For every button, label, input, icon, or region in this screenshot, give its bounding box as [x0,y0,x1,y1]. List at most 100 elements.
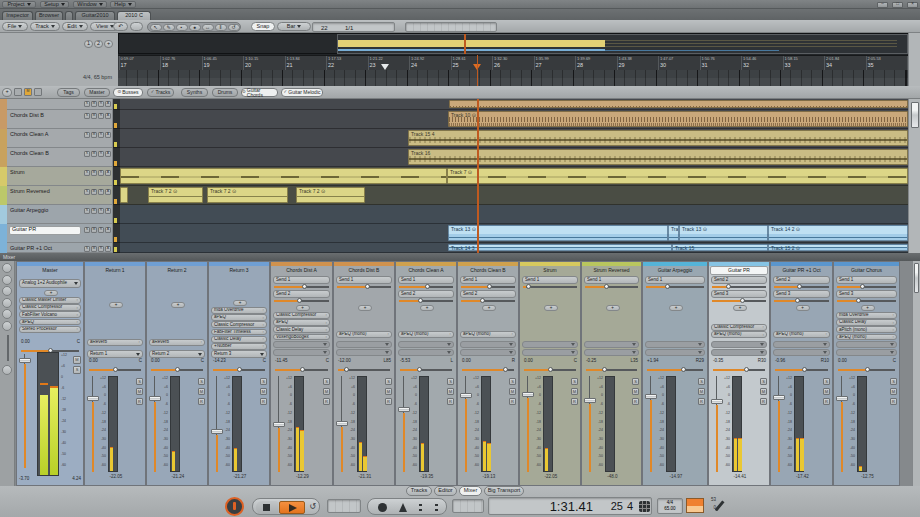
strip-name[interactable]: Strum [521,266,579,275]
stop-button[interactable] [256,501,278,514]
io-select[interactable] [460,341,516,348]
power-button[interactable] [225,497,244,516]
plugin-bypass-icon[interactable]: ◦ [263,344,264,348]
fader-s-button[interactable]: S [571,378,578,385]
track-s-button[interactable]: S [84,132,90,138]
track-a-button[interactable]: A [105,227,111,233]
io-select[interactable] [273,349,330,356]
strip-name[interactable]: Master [18,266,82,275]
track-content[interactable]: Track 14 3Track 15Track 15 2 ⊙ [120,243,908,253]
track-s-button[interactable]: S [84,208,90,214]
io-select[interactable] [336,349,392,356]
track-a-button[interactable]: A [105,208,111,214]
send-button[interactable]: Send 3 [711,290,767,298]
plugin-slot[interactable]: aPEQ◦ [19,319,81,326]
pan-knob[interactable] [602,367,607,372]
fader-m-button[interactable]: M [632,388,639,395]
pan-knob[interactable] [865,367,870,372]
send-button[interactable]: Send 1 [584,276,639,284]
plugin-bypass-icon[interactable]: ◦ [263,330,264,334]
io-select[interactable] [773,341,830,348]
track-name[interactable]: Chords Clean A [10,132,80,139]
send-knob[interactable] [665,284,670,289]
track-m-button[interactable]: M [91,170,97,176]
fader-s-button[interactable]: S [760,378,767,385]
view-tab-tracks[interactable]: Tracks [406,486,432,496]
add-plugin-button[interactable]: + [669,305,683,311]
plugin-bypass-icon[interactable]: ◦ [388,332,389,336]
fader-m-button[interactable]: M [571,388,578,395]
arrangement-overview[interactable] [118,33,908,54]
add-plugin-button[interactable]: + [109,302,123,308]
plugin-slot[interactable]: FabFilter Volcano◦ [19,311,81,318]
fader-handle[interactable] [19,358,31,363]
send-button[interactable]: Send 2 [773,276,830,284]
track-a-button[interactable]: A [105,246,111,252]
track-header[interactable]: Chords Dist BSMRA [0,110,113,129]
plugin-slot[interactable]: aReverb◦ [87,339,143,346]
io-select[interactable] [645,341,705,348]
fader-r-button[interactable]: R [385,398,392,405]
plugin-slot[interactable]: Classic Compressor◦ [711,324,767,331]
track-content[interactable] [120,99,908,110]
tag-pill-tags[interactable]: Tags [57,88,80,97]
io-select[interactable] [522,341,578,348]
fader-m-button[interactable]: M [385,388,392,395]
track-name[interactable]: Guitar Arpeggio [10,208,80,215]
view-tab-mixer[interactable]: Mixer [459,486,482,496]
plugin-bypass-icon[interactable]: ◦ [326,335,327,339]
fader-s-button[interactable]: S [385,378,392,385]
plugin-slot[interactable]: aPEQ (mono)◦ [460,331,516,338]
tab-browser[interactable]: Browser [35,11,63,20]
send-button[interactable]: Send 1 [836,276,897,284]
add-plugin-button[interactable]: + [171,302,185,308]
fader-r-button[interactable]: R [260,398,267,405]
add-plugin-button[interactable]: + [544,305,558,311]
track-s-button[interactable]: S [84,246,90,252]
send-knob[interactable] [302,284,307,289]
punch-button-1[interactable] [414,501,426,514]
send-knob[interactable] [726,284,731,289]
strip-name[interactable]: Chords Clean B [459,266,517,275]
add-plugin-button[interactable]: + [358,305,372,311]
audio-clip[interactable] [120,168,447,184]
track-m-button[interactable]: M [91,246,97,252]
fader-m-button[interactable]: M [890,388,897,395]
send-button[interactable]: Send 2 [460,290,516,298]
fader-s-button[interactable]: S [632,378,639,385]
track-name[interactable]: Guitar PR +1 Oct [10,246,80,253]
send-knob[interactable] [860,284,865,289]
fader-r-button[interactable]: R [760,398,767,405]
plugin-bypass-icon[interactable]: ◦ [893,335,894,339]
plugin-bypass-icon[interactable]: ◦ [763,333,764,337]
track-content[interactable]: Track 7 ⊙ [120,167,908,186]
pan-knob[interactable] [548,367,553,372]
io-select[interactable] [645,349,705,356]
tab-small[interactable] [65,11,73,20]
metronome-button[interactable] [395,501,411,514]
fader-r-button[interactable]: R [447,398,454,405]
plugin-bypass-icon[interactable]: ◦ [826,332,827,336]
tag-toggle-2[interactable] [34,88,42,96]
track-r-button[interactable]: R [98,151,104,157]
strip-name[interactable]: Chords Clean A [397,266,455,275]
plugin-slot[interactable]: Classic Master Limiter◦ [19,297,81,304]
plugin-bypass-icon[interactable]: ◦ [263,316,264,320]
send-knob[interactable] [604,284,609,289]
send-button[interactable]: Send 3 [836,290,897,298]
tool-button-6[interactable]: ↺ [228,24,240,32]
fader-s-button[interactable]: S [823,378,830,385]
track-header[interactable]: Strum ReversedSMRA [0,186,113,205]
io-select[interactable] [711,341,767,348]
toolbar-field[interactable] [405,22,497,32]
strip-name[interactable]: Chords Dist B [335,266,393,275]
plugin-bypass-icon[interactable]: ◦ [450,332,451,336]
send-button[interactable]: Send 1 [645,276,705,284]
fader-m-button[interactable]: M [823,388,830,395]
track-m-button[interactable]: M [91,132,97,138]
plugin-slot[interactable]: Classic Compressor◦ [19,304,81,311]
menu-help[interactable]: Help [110,1,136,8]
audio-clip[interactable]: Track 14 2 ⊙ [768,225,908,241]
io-select[interactable] [398,349,454,356]
mixer-util-button-0[interactable] [2,263,12,273]
